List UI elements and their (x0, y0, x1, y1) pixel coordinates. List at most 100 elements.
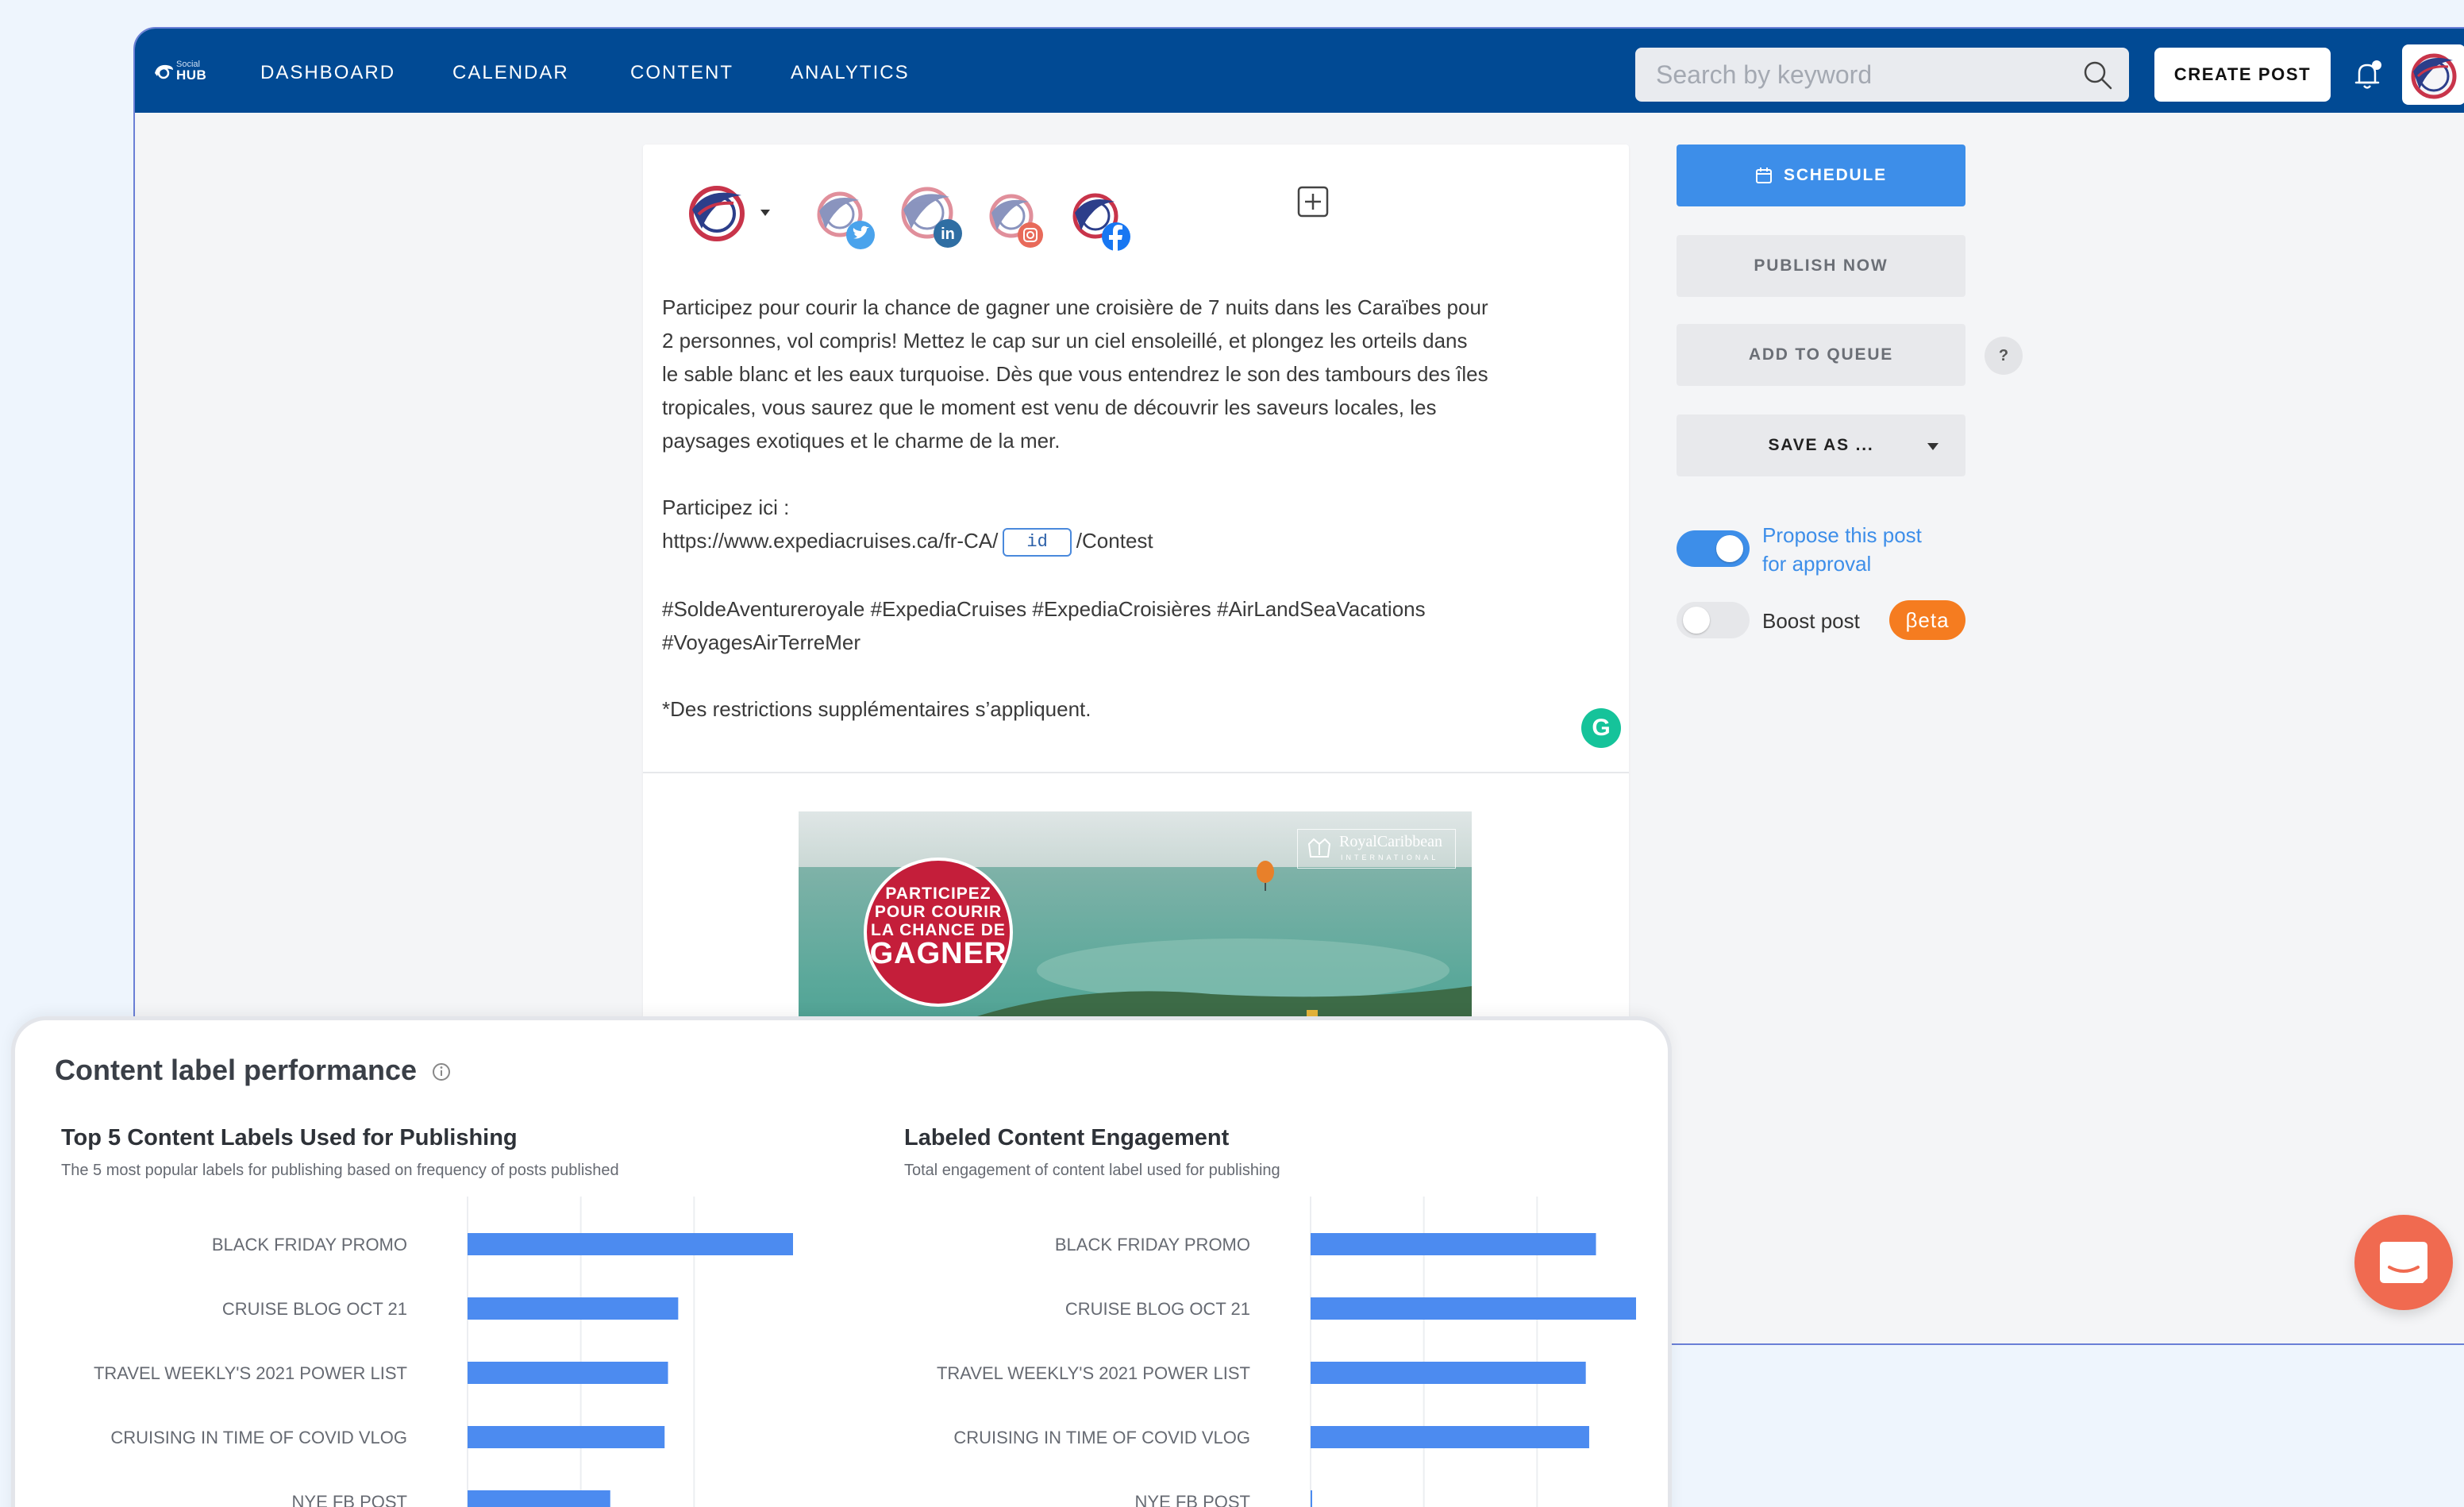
bar[interactable] (1311, 1233, 1596, 1255)
save-as-dropdown[interactable]: SAVE AS ... (1677, 414, 1965, 476)
publish-now-button[interactable]: PUBLISH NOW (1677, 235, 1965, 297)
contest-url: https://www.expediacruises.ca/fr-CA/id/C… (662, 524, 1535, 557)
search-box (1635, 48, 2129, 102)
add-to-queue-button[interactable]: ADD TO QUEUE (1677, 324, 1965, 386)
bar-chart-svg: BLACK FRIDAY PROMO CRUISE BLOG OCT 21 TRAV… (937, 1197, 1636, 1507)
queue-help-icon[interactable]: ? (1985, 337, 2023, 375)
propose-line: Propose this post (1762, 523, 1922, 547)
schedule-button[interactable]: SCHEDULE (1677, 145, 1965, 206)
boost-post-toggle[interactable] (1677, 602, 1750, 638)
propose-line: for approval (1762, 552, 1872, 576)
category-label: NYE FB POST (292, 1492, 407, 1507)
bar[interactable] (1311, 1490, 1312, 1507)
avatar-logo-icon (2411, 53, 2457, 99)
nav-analytics[interactable]: ANALYTICS (791, 62, 910, 84)
content-label-performance-card: Content label performance Top 5 Content … (11, 1016, 1672, 1507)
nav-dashboard[interactable]: DASHBOARD (260, 62, 395, 84)
contest-badge: PARTICIPEZ POUR COURIR LA CHANCE DE GAGN… (864, 858, 1013, 1007)
url-id-token[interactable]: id (1003, 528, 1072, 557)
bar[interactable] (468, 1233, 793, 1255)
category-label: CRUISING IN TIME OF COVID VLOG (953, 1428, 1250, 1447)
publishing-bar-chart: BLACK FRIDAY PROMO CRUISE BLOG OCT 21 TRAV… (31, 1197, 793, 1507)
disclaimer-text: *Des restrictions supplémentaires s’appl… (662, 697, 1091, 721)
category-label: CRUISE BLOG OCT 21 (1065, 1299, 1250, 1319)
bar[interactable] (468, 1362, 668, 1384)
user-avatar[interactable] (2402, 44, 2464, 105)
nav-calendar[interactable]: CALENDAR (452, 62, 569, 84)
category-label: CRUISE BLOG OCT 21 (222, 1299, 407, 1319)
main-account-avatar-icon[interactable] (683, 179, 751, 248)
post-text-line: 2 personnes, vol compris! Mettez le cap … (662, 329, 1468, 353)
badge-line: PARTICIPEZ (885, 885, 991, 903)
post-text-editor[interactable]: Participez pour courir la chance de gagn… (662, 291, 1535, 726)
hashtags-line: #SoldeAventureroyale #ExpediaCruises #Ex… (662, 597, 1426, 621)
category-label: CRUISING IN TIME OF COVID VLOG (110, 1428, 407, 1447)
schedule-label: SCHEDULE (1784, 166, 1887, 184)
propose-approval-toggle[interactable] (1677, 530, 1750, 567)
facebook-account-icon[interactable] (1067, 187, 1135, 256)
logo-big-text: HUB (176, 67, 207, 83)
save-as-label: SAVE AS ... (1768, 436, 1874, 454)
app-logo[interactable]: Social HUB (152, 60, 207, 86)
svg-text:in: in (941, 225, 955, 243)
hashtags-line: #VoyagesAirTerreMer (662, 630, 860, 654)
post-text-line: Participez pour courir la chance de gagn… (662, 295, 1488, 319)
royal-caribbean-logo: RoyalCaribbean INTERNATIONAL (1297, 829, 1456, 869)
bar[interactable] (468, 1426, 665, 1448)
category-label: TRAVEL WEEKLY'S 2021 POWER LIST (937, 1363, 1250, 1383)
propose-approval-label[interactable]: Propose this post for approval (1762, 521, 1922, 578)
chart-title-publishing: Top 5 Content Labels Used for Publishing (61, 1125, 518, 1150)
toggle-knob (1683, 607, 1710, 634)
search-icon[interactable] (2081, 59, 2113, 91)
add-account-icon[interactable] (1297, 186, 1329, 218)
badge-line: POUR COURIR (874, 903, 1003, 921)
post-text-line: le sable blanc et les eaux turquoise. Dè… (662, 362, 1488, 386)
bar[interactable] (1311, 1362, 1586, 1384)
chat-icon (2380, 1242, 2427, 1283)
linkedin-account-icon[interactable]: in (895, 181, 967, 252)
url-suffix: /Contest (1076, 529, 1153, 553)
post-text-line: tropicales, vous saurez que le moment es… (662, 395, 1437, 419)
chart-title-engagement: Labeled Content Engagement (904, 1125, 1230, 1150)
boost-post-label: Boost post (1762, 609, 1860, 633)
info-icon[interactable] (431, 1062, 452, 1082)
chat-launcher-button[interactable] (2354, 1215, 2453, 1310)
chart-subtitle-publishing: The 5 most popular labels for publishing… (61, 1162, 619, 1179)
account-dropdown-caret-icon[interactable] (760, 210, 770, 216)
grammarly-icon[interactable]: G (1581, 708, 1621, 748)
twitter-account-icon[interactable] (811, 186, 878, 252)
engagement-bar-chart: BLACK FRIDAY PROMO CRUISE BLOG OCT 21 TRAV… (874, 1197, 1636, 1507)
create-post-button[interactable]: CREATE POST (2154, 48, 2331, 102)
bar[interactable] (468, 1490, 610, 1507)
bar-chart-svg: BLACK FRIDAY PROMO CRUISE BLOG OCT 21 TRAV… (94, 1197, 793, 1507)
chart-subtitle-engagement: Total engagement of content label used f… (904, 1162, 1280, 1179)
url-prefix: https://www.expediacruises.ca/fr-CA/ (662, 529, 999, 553)
beta-badge: βeta (1889, 600, 1965, 640)
badge-big-text: GAGNER (869, 937, 1007, 970)
category-label: BLACK FRIDAY PROMO (1055, 1235, 1250, 1255)
chevron-down-icon (1927, 443, 1938, 450)
nav-content[interactable]: CONTENT (630, 62, 733, 84)
logo-icon (155, 64, 173, 79)
bar[interactable] (1311, 1297, 1636, 1320)
bar[interactable] (468, 1297, 679, 1320)
brand-main-text: RoyalCaribbean (1339, 833, 1442, 850)
brand-sub-text: INTERNATIONAL (1341, 854, 1439, 861)
category-label: NYE FB POST (1135, 1492, 1250, 1507)
post-composer: in Participez pour courir la chance de g… (643, 145, 1629, 1081)
category-label: TRAVEL WEEKLY'S 2021 POWER LIST (94, 1363, 407, 1383)
category-label: BLACK FRIDAY PROMO (212, 1235, 407, 1255)
crown-anchor-icon (1307, 838, 1331, 858)
participate-label: Participez ici : (662, 495, 790, 519)
instagram-account-icon[interactable] (984, 189, 1051, 256)
notification-bell-icon[interactable] (2350, 57, 2385, 92)
toggle-knob (1716, 535, 1743, 562)
search-input[interactable] (1656, 59, 2069, 91)
post-text-line: paysages exotiques et le charme de la me… (662, 429, 1061, 453)
calendar-icon (1756, 168, 1773, 183)
bar[interactable] (1311, 1426, 1589, 1448)
card-title: Content label performance (55, 1054, 418, 1086)
